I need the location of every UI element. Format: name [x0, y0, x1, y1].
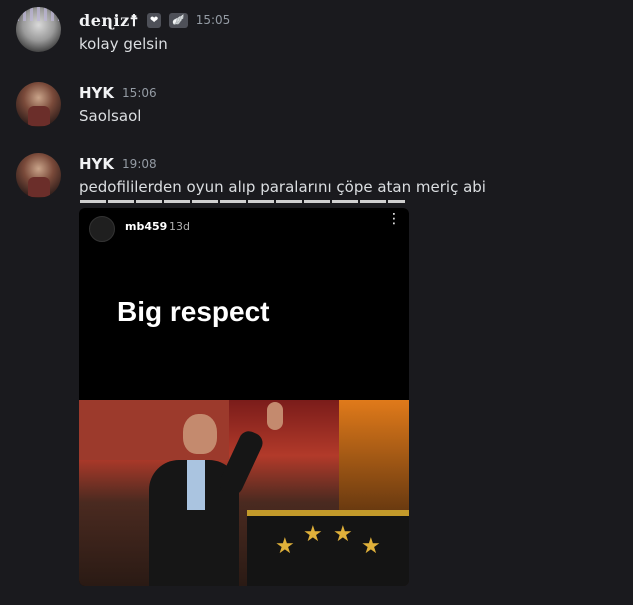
- message-item: HYK 19:08 pedofililerden oyun alıp paral…: [0, 153, 633, 203]
- bench-area: ★ ★ ★ ★: [247, 510, 409, 586]
- person-hand: [267, 402, 283, 430]
- story-username: mb459: [125, 220, 168, 233]
- wing-badge-icon[interactable]: 🪽: [169, 12, 188, 28]
- spectator-orange: [339, 400, 409, 510]
- image-attachment[interactable]: mb459 13d ⋮ Big respect ★ ★ ★ ★: [79, 208, 409, 586]
- story-progress-bar: [80, 200, 405, 203]
- star-icon: ★: [275, 534, 295, 559]
- heart-badge-icon[interactable]: ❤: [146, 12, 162, 28]
- star-icon: ★: [303, 522, 323, 547]
- message-item: deɳiz☨ ❤ 🪽 15:05 kolay gelsin: [0, 7, 633, 57]
- star-icon: ★: [361, 534, 381, 559]
- message-text: pedofililerden oyun alıp paralarını çöpe…: [79, 178, 486, 196]
- person-shirt: [187, 460, 205, 510]
- message-header: HYK 19:08: [79, 153, 157, 175]
- message-text: kolay gelsin: [79, 35, 168, 53]
- timestamp[interactable]: 19:08: [122, 157, 157, 171]
- avatar[interactable]: [16, 7, 61, 52]
- author-name[interactable]: deɳiz☨: [79, 11, 139, 30]
- star-icon: ★: [333, 522, 353, 547]
- person-head: [183, 414, 217, 454]
- message-header: HYK 15:06: [79, 82, 157, 104]
- avatar[interactable]: [16, 82, 61, 127]
- author-name[interactable]: HYK: [79, 155, 114, 173]
- more-options-icon: ⋮: [387, 211, 401, 227]
- story-avatar: [89, 216, 115, 242]
- message-text: Saolsaol: [79, 107, 142, 125]
- story-headline: Big respect: [117, 296, 270, 327]
- story-age: 13d: [169, 220, 190, 233]
- author-name[interactable]: HYK: [79, 84, 114, 102]
- message-header: deɳiz☨ ❤ 🪽 15:05: [79, 9, 230, 31]
- story-header: mb459 13d ⋮: [79, 208, 409, 248]
- avatar[interactable]: [16, 153, 61, 198]
- timestamp[interactable]: 15:06: [122, 86, 157, 100]
- message-item: HYK 15:06 Saolsaol: [0, 82, 633, 132]
- timestamp[interactable]: 15:05: [196, 13, 231, 27]
- story-photo: ★ ★ ★ ★: [79, 400, 409, 586]
